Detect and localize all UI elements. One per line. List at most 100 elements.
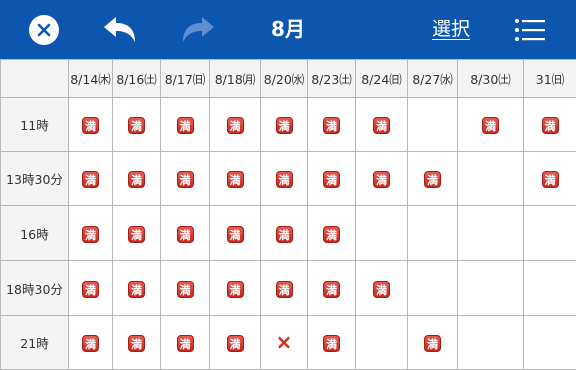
full-badge: 満	[323, 281, 340, 298]
slot-cell[interactable]	[524, 206, 576, 261]
date-header: 8/20㈬	[261, 60, 308, 98]
full-badge: 満	[323, 226, 340, 243]
slot-cell[interactable]	[356, 316, 408, 370]
full-badge: 満	[177, 281, 194, 298]
close-icon	[29, 15, 59, 45]
time-row: 21時満満満満×満満	[1, 316, 576, 370]
slot-cell[interactable]: 満	[113, 206, 161, 261]
full-badge: 満	[177, 226, 194, 243]
slot-cell[interactable]	[408, 206, 458, 261]
slot-cell[interactable]: 満	[69, 152, 113, 206]
slot-cell[interactable]: 満	[261, 98, 308, 152]
full-badge: 満	[177, 117, 194, 134]
full-badge: 満	[323, 335, 340, 352]
forward-button[interactable]	[178, 0, 218, 59]
date-header: 8/18㈪	[210, 60, 261, 98]
slot-cell[interactable]: 満	[69, 206, 113, 261]
slot-cell[interactable]: ×	[261, 316, 308, 370]
time-row: 16時満満満満満満	[1, 206, 576, 261]
slot-cell[interactable]: 満	[261, 261, 308, 316]
full-badge: 満	[128, 335, 145, 352]
slot-cell[interactable]: 満	[113, 261, 161, 316]
slot-cell[interactable]: 満	[524, 98, 576, 152]
slot-cell[interactable]: 満	[356, 261, 408, 316]
slot-cell[interactable]: 満	[210, 316, 261, 370]
slot-cell[interactable]: 満	[210, 152, 261, 206]
select-button[interactable]: 選択	[432, 0, 470, 59]
full-badge: 満	[227, 171, 244, 188]
slot-cell[interactable]: 満	[356, 98, 408, 152]
time-row: 18時30分満満満満満満満	[1, 261, 576, 316]
full-badge: 満	[82, 281, 99, 298]
slot-cell[interactable]: 満	[308, 316, 356, 370]
slot-cell[interactable]	[458, 152, 524, 206]
slot-cell[interactable]: 満	[161, 316, 210, 370]
list-menu-button[interactable]	[512, 0, 548, 59]
date-header: 8/17㈰	[161, 60, 210, 98]
slot-cell[interactable]: 満	[69, 261, 113, 316]
back-arrow-icon	[102, 15, 138, 45]
slot-cell[interactable]: 満	[161, 98, 210, 152]
slot-cell[interactable]: 満	[161, 152, 210, 206]
slot-cell[interactable]: 満	[210, 206, 261, 261]
corner-cell	[1, 60, 69, 98]
time-label: 18時30分	[1, 261, 69, 316]
slot-cell[interactable]: 満	[308, 206, 356, 261]
slot-cell[interactable]: 満	[161, 206, 210, 261]
list-menu-icon	[514, 18, 546, 42]
slot-cell[interactable]	[458, 206, 524, 261]
full-badge: 満	[128, 226, 145, 243]
slot-cell[interactable]: 満	[524, 152, 576, 206]
slot-cell[interactable]: 満	[261, 152, 308, 206]
full-badge: 満	[227, 335, 244, 352]
slot-cell[interactable]: 満	[69, 98, 113, 152]
slot-cell[interactable]: 満	[69, 316, 113, 370]
slot-cell[interactable]	[458, 261, 524, 316]
slot-cell[interactable]: 満	[161, 261, 210, 316]
full-badge: 満	[373, 281, 390, 298]
slot-cell[interactable]: 満	[113, 152, 161, 206]
slot-cell[interactable]: 満	[113, 316, 161, 370]
slot-cell[interactable]: 満	[308, 261, 356, 316]
full-badge: 満	[424, 335, 441, 352]
full-badge: 満	[82, 117, 99, 134]
time-row: 13時30分満満満満満満満満満	[1, 152, 576, 206]
slot-cell[interactable]: 満	[408, 316, 458, 370]
date-header: 8/23㈯	[308, 60, 356, 98]
slot-cell[interactable]: 満	[308, 98, 356, 152]
slot-cell[interactable]: 満	[356, 152, 408, 206]
date-header: 31㈰	[524, 60, 576, 98]
full-badge: 満	[482, 117, 499, 134]
slot-cell[interactable]	[408, 261, 458, 316]
close-button[interactable]	[27, 0, 61, 59]
slot-cell[interactable]	[524, 316, 576, 370]
time-label: 11時	[1, 98, 69, 152]
slot-cell[interactable]: 満	[113, 98, 161, 152]
slot-cell[interactable]	[524, 261, 576, 316]
slot-cell[interactable]: 満	[458, 98, 524, 152]
slot-cell[interactable]: 満	[261, 206, 308, 261]
full-badge: 満	[373, 117, 390, 134]
month-title: 8月	[238, 0, 338, 59]
date-header: 8/16㈯	[113, 60, 161, 98]
top-bar: 8月 選択	[0, 0, 576, 59]
full-badge: 満	[276, 281, 293, 298]
slot-cell[interactable]: 満	[408, 152, 458, 206]
slot-cell[interactable]	[458, 316, 524, 370]
date-header: 8/27㈬	[408, 60, 458, 98]
slot-cell[interactable]	[356, 206, 408, 261]
back-button[interactable]	[100, 0, 140, 59]
full-badge: 満	[227, 281, 244, 298]
time-label: 16時	[1, 206, 69, 261]
slot-cell[interactable]: 満	[210, 261, 261, 316]
full-badge: 満	[323, 117, 340, 134]
slot-cell[interactable]: 満	[210, 98, 261, 152]
full-badge: 満	[177, 171, 194, 188]
slot-cell[interactable]	[408, 98, 458, 152]
full-badge: 満	[424, 171, 441, 188]
full-badge: 満	[227, 117, 244, 134]
full-badge: 満	[373, 171, 390, 188]
full-badge: 満	[276, 117, 293, 134]
slot-cell[interactable]: 満	[308, 152, 356, 206]
full-badge: 満	[177, 335, 194, 352]
